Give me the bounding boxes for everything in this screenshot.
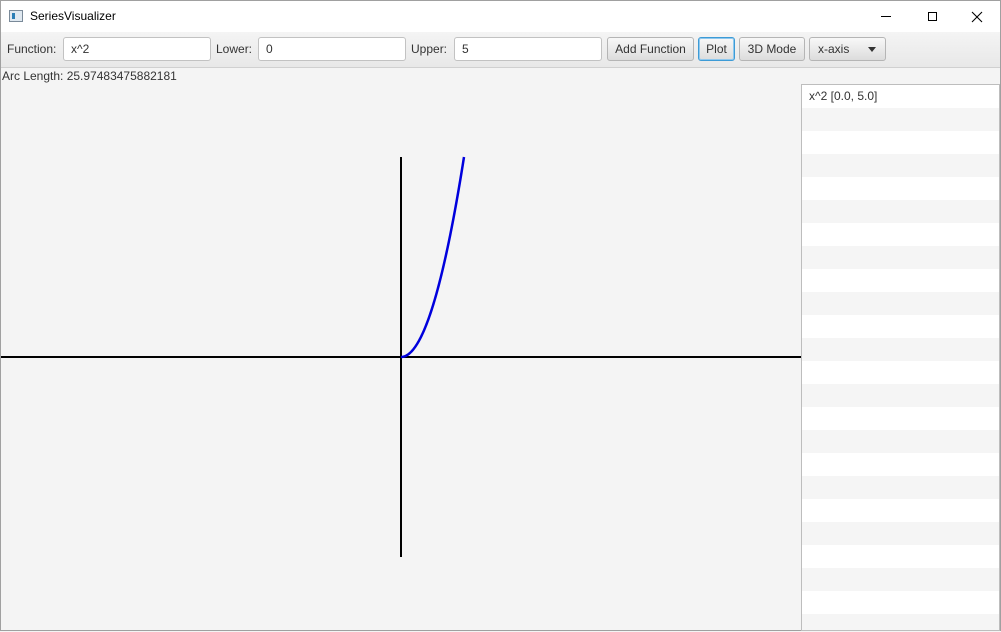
list-item-empty[interactable] bbox=[802, 407, 999, 430]
upper-bound-input[interactable] bbox=[454, 37, 602, 61]
list-item-empty[interactable] bbox=[802, 430, 999, 453]
chevron-down-icon bbox=[868, 47, 876, 52]
close-icon bbox=[971, 11, 983, 22]
list-item-empty[interactable] bbox=[802, 177, 999, 200]
list-item-empty[interactable] bbox=[802, 522, 999, 545]
list-item-empty[interactable] bbox=[802, 108, 999, 131]
app-window: SeriesVisualizer Function: Lower: Upper:… bbox=[0, 0, 1001, 631]
minimize-icon bbox=[881, 16, 891, 17]
list-item-empty[interactable] bbox=[802, 131, 999, 154]
list-item-empty[interactable] bbox=[802, 269, 999, 292]
list-item-empty[interactable] bbox=[802, 200, 999, 223]
function-input[interactable] bbox=[63, 37, 211, 61]
list-item-empty[interactable] bbox=[802, 315, 999, 338]
function-curve bbox=[400, 156, 466, 359]
list-item-empty[interactable] bbox=[802, 338, 999, 361]
close-button[interactable] bbox=[954, 1, 1000, 32]
list-item-empty[interactable] bbox=[802, 476, 999, 499]
title-bar[interactable]: SeriesVisualizer bbox=[1, 1, 1000, 32]
list-item-empty[interactable] bbox=[802, 223, 999, 246]
list-item-empty[interactable] bbox=[802, 453, 999, 476]
list-item-empty[interactable] bbox=[802, 361, 999, 384]
lower-label: Lower: bbox=[216, 42, 253, 56]
axis-dropdown-value: x-axis bbox=[818, 42, 850, 56]
list-item-empty[interactable] bbox=[802, 591, 999, 614]
maximize-button[interactable] bbox=[909, 1, 955, 32]
3d-mode-button[interactable]: 3D Mode bbox=[739, 37, 805, 61]
axis-dropdown[interactable]: x-axis bbox=[809, 37, 886, 61]
upper-label: Upper: bbox=[411, 42, 448, 56]
list-item-empty[interactable] bbox=[802, 384, 999, 407]
list-item-empty[interactable] bbox=[802, 499, 999, 522]
window-title: SeriesVisualizer bbox=[30, 9, 116, 23]
minimize-button[interactable] bbox=[863, 1, 909, 32]
list-item-empty[interactable] bbox=[802, 292, 999, 315]
list-item-empty[interactable] bbox=[802, 154, 999, 177]
lower-bound-input[interactable] bbox=[258, 37, 406, 61]
list-item-empty[interactable] bbox=[802, 614, 999, 630]
toolbar: Function: Lower: Upper: Add Function Plo… bbox=[1, 32, 1000, 68]
list-item[interactable]: x^2 [0.0, 5.0] bbox=[802, 85, 999, 108]
arc-length-label: Arc Length: 25.97483475882181 bbox=[2, 69, 177, 83]
list-item-empty[interactable] bbox=[802, 246, 999, 269]
list-item-empty[interactable] bbox=[802, 545, 999, 568]
maximize-icon bbox=[927, 12, 937, 21]
function-list[interactable]: x^2 [0.0, 5.0] bbox=[801, 84, 1000, 631]
plot-canvas[interactable] bbox=[1, 84, 801, 632]
list-item-empty[interactable] bbox=[802, 568, 999, 591]
function-label: Function: bbox=[7, 42, 57, 56]
plot-button[interactable]: Plot bbox=[698, 37, 735, 61]
add-function-button[interactable]: Add Function bbox=[607, 37, 694, 61]
app-icon bbox=[9, 10, 23, 22]
